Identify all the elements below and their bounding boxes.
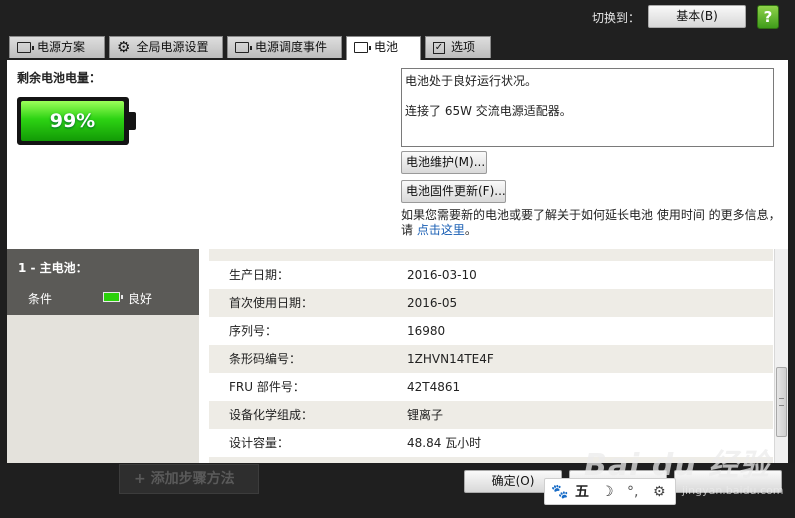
paw-icon[interactable]: 🐾 <box>551 482 568 502</box>
detail-key: 序列号： <box>229 324 278 338</box>
battery-outline-icon <box>235 42 252 53</box>
tab-power-plans[interactable]: 电源方案 <box>9 36 105 58</box>
detail-key: 设计容量： <box>229 436 290 450</box>
table-row: 序列号： 16980 <box>209 317 773 345</box>
battery-outline-icon <box>354 42 371 53</box>
table-row: 设备化学组成： 锂离子 <box>209 401 773 429</box>
detail-key: FRU 部件号： <box>229 380 305 394</box>
battery-outline-icon <box>17 42 34 53</box>
help-icon[interactable]: ? <box>757 5 779 29</box>
condition-label: 条件 <box>28 292 53 306</box>
click-here-link[interactable]: 点击这里 <box>417 223 465 237</box>
battery-terminal <box>129 112 136 130</box>
scrollbar-thumb[interactable] <box>776 367 787 437</box>
top-bar: 切换到： 基本(B) ? <box>0 0 795 36</box>
basic-mode-button[interactable]: 基本(B) <box>648 5 746 28</box>
battery-fill: 99% <box>21 101 124 141</box>
battery-list-item-main[interactable]: 1 - 主电池： 条件 良好 <box>7 249 199 315</box>
table-row: 首次使用日期： 2016-05 <box>209 289 773 317</box>
detail-value: 16980 <box>407 324 446 338</box>
main-battery-title: 1 - 主电池： <box>18 261 88 275</box>
table-row: FRU 部件号： 42T4861 <box>209 373 773 401</box>
checkbox-icon: ✓ <box>433 41 445 54</box>
detail-key: 首次使用日期： <box>229 296 314 310</box>
ime-toolbar[interactable]: 🐾 五 ☽ °, ⚙ <box>544 478 676 505</box>
tab-options[interactable]: ✓ 选项 <box>425 36 491 58</box>
detail-value: 2016-03-10 <box>407 268 477 282</box>
battery-gauge: 99% <box>17 97 129 145</box>
add-step-button[interactable]: + 添加步骤方法 <box>119 464 259 494</box>
baidu-watermark-url: jingyan.baidu.com <box>682 484 784 497</box>
tab-battery[interactable]: 电池 <box>346 36 421 60</box>
tab-global-power-settings[interactable]: ⚙ 全局电源设置 <box>109 36 223 58</box>
status-health: 电池处于良好运行状况。 <box>405 74 538 88</box>
details-scrollbar[interactable] <box>774 249 788 463</box>
condition-value: 良好 <box>128 292 153 306</box>
detail-value: 42T4861 <box>407 380 461 394</box>
ime-mode-icon[interactable]: 五 <box>575 482 589 502</box>
detail-value: 1ZHVN14TE4F <box>407 352 494 366</box>
battery-details: 生产日期： 2016-03-10 首次使用日期： 2016-05 序列号： 16… <box>199 249 788 463</box>
detail-key: 设备化学组成： <box>229 408 314 422</box>
detail-key: 条形码编号： <box>229 352 302 366</box>
battery-help-text: 如果您需要新的电池或要了解关于如何延长电池 使用时间 的更多信息，请 点击这里。 <box>401 208 781 237</box>
detail-value: 48.84 瓦小时 <box>407 436 482 450</box>
table-row <box>209 249 773 261</box>
battery-list: 1 - 主电池： 条件 良好 <box>7 249 199 463</box>
battery-good-icon <box>103 292 123 302</box>
detail-key: 生产日期： <box>229 268 290 282</box>
battery-maintenance-button[interactable]: 电池维护(M)... <box>401 151 487 174</box>
tab-bar: 电源方案 ⚙ 全局电源设置 电源调度事件 电池 ✓ 选项 <box>0 36 795 60</box>
table-row: 条形码编号： 1ZHVN14TE4F <box>209 345 773 373</box>
switch-to-label: 切换到： <box>592 11 641 25</box>
moon-icon[interactable]: ☽ <box>601 482 614 502</box>
battery-status-box: 电池处于良好运行状况。 连接了 65W 交流电源适配器。 <box>401 68 774 147</box>
battery-firmware-update-button[interactable]: 电池固件更新(F)... <box>401 180 506 203</box>
table-row: 生产日期： 2016-03-10 <box>209 261 773 289</box>
battery-percent: 99% <box>49 110 96 132</box>
detail-value: 2016-05 <box>407 296 458 310</box>
status-adapter: 连接了 65W 交流电源适配器。 <box>405 104 572 118</box>
tab-power-schedule-events[interactable]: 电源调度事件 <box>227 36 342 58</box>
battery-panel: 剩余电池电量： 99% 电池处于良好运行状况。 连接了 65W 交流电源适配器。… <box>7 60 788 249</box>
gear-icon: ⚙ <box>117 38 131 56</box>
punctuation-icon[interactable]: °, <box>627 482 638 502</box>
remaining-charge-label: 剩余电池电量： <box>17 71 102 85</box>
detail-value: 锂离子 <box>407 408 444 422</box>
gear-icon[interactable]: ⚙ <box>653 482 666 502</box>
